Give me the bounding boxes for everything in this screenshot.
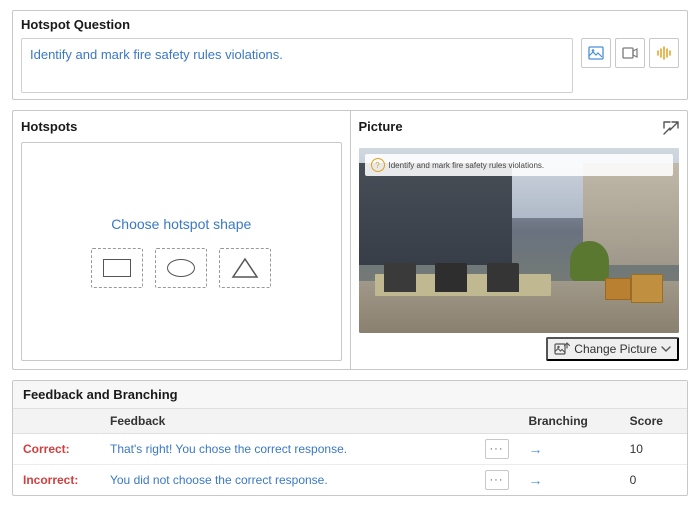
incorrect-more-button[interactable]: ··· [485, 470, 509, 490]
change-picture-label: Change Picture [574, 342, 657, 356]
picture-overlay-banner: ? Identify and mark fire safety rules vi… [365, 154, 674, 176]
picture-panel-title: Picture [359, 119, 403, 134]
picture-preview: ? Identify and mark fire safety rules vi… [359, 148, 680, 333]
correct-label-text: Correct: [23, 442, 70, 456]
incorrect-score-cell: 0 [620, 465, 687, 496]
overlay-text: Identify and mark fire safety rules viol… [389, 161, 545, 170]
table-row: Incorrect: You did not choose the correc… [13, 465, 687, 496]
correct-score-cell: 10 [620, 434, 687, 465]
rectangle-shape-button[interactable] [91, 248, 143, 288]
incorrect-actions-cell: ··· [471, 465, 519, 496]
question-icon-toolbar [581, 38, 679, 68]
choose-shape-text: Choose hotspot shape [111, 216, 251, 232]
video-icon-button[interactable] [615, 38, 645, 68]
table-row: Correct: That's right! You chose the cor… [13, 434, 687, 465]
incorrect-score-value: 0 [630, 473, 637, 487]
middle-row: Hotspots Choose hotspot shape [12, 110, 688, 370]
change-picture-button[interactable]: Change Picture [546, 337, 679, 361]
audio-icon-button[interactable] [649, 38, 679, 68]
correct-more-button[interactable]: ··· [485, 439, 509, 459]
polygon-shape-icon [231, 257, 259, 279]
feedback-section-title: Feedback and Branching [13, 381, 687, 409]
feedback-table: Feedback Branching Score Correct: That's… [13, 409, 687, 495]
question-section-title: Hotspot Question [21, 17, 679, 32]
rectangle-shape-icon [103, 259, 131, 277]
picture-panel-header: Picture [359, 119, 680, 142]
oval-shape-button[interactable] [155, 248, 207, 288]
hotspots-panel: Hotspots Choose hotspot shape [12, 110, 350, 370]
th-feedback: Feedback [100, 409, 471, 434]
feedback-section: Feedback and Branching Feedback Branchin… [12, 380, 688, 496]
correct-feedback-text: That's right! You chose the correct resp… [110, 442, 347, 456]
hotspots-panel-title: Hotspots [21, 119, 342, 134]
polygon-shape-button[interactable] [219, 248, 271, 288]
incorrect-label: Incorrect: [13, 465, 100, 496]
incorrect-branching-arrow[interactable]: → [529, 472, 543, 488]
oval-shape-icon [167, 259, 195, 277]
correct-feedback-cell: That's right! You chose the correct resp… [100, 434, 471, 465]
th-branching: Branching [519, 409, 620, 434]
correct-actions-cell: ··· [471, 434, 519, 465]
correct-branching-cell: → [519, 434, 620, 465]
feedback-table-header-row: Feedback Branching Score [13, 409, 687, 434]
shape-options [91, 248, 271, 288]
expand-icon[interactable] [663, 121, 679, 140]
hotspot-shape-area: Choose hotspot shape [21, 142, 342, 361]
question-section: Hotspot Question Identify and mark fire … [12, 10, 688, 100]
main-container: Hotspot Question Identify and mark fire … [0, 0, 700, 506]
incorrect-feedback-cell: You did not choose the correct response. [100, 465, 471, 496]
th-score: Score [620, 409, 687, 434]
mock-image: ? Identify and mark fire safety rules vi… [359, 148, 680, 333]
correct-label: Correct: [13, 434, 100, 465]
question-body: Identify and mark fire safety rules viol… [21, 38, 679, 93]
th-actions-empty [471, 409, 519, 434]
change-picture-chevron-icon [661, 345, 671, 353]
th-empty [13, 409, 100, 434]
incorrect-label-text: Incorrect: [23, 473, 78, 487]
question-text[interactable]: Identify and mark fire safety rules viol… [21, 38, 573, 93]
change-picture-row: Change Picture [359, 337, 680, 361]
change-picture-icon [554, 342, 570, 356]
correct-score-value: 10 [630, 442, 643, 456]
incorrect-branching-cell: → [519, 465, 620, 496]
incorrect-feedback-text: You did not choose the correct response. [110, 473, 328, 487]
correct-branching-arrow[interactable]: → [529, 441, 543, 457]
picture-panel: Picture [350, 110, 689, 370]
image-icon-button[interactable] [581, 38, 611, 68]
overlay-info-icon: ? [371, 158, 385, 172]
